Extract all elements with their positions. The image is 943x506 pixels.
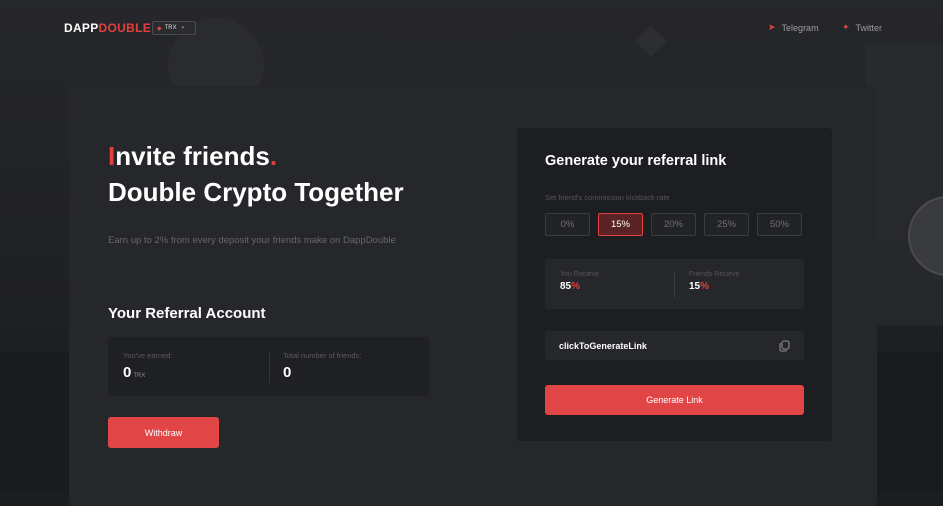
friends-receive-number: 15 xyxy=(689,281,701,292)
telegram-label: Telegram xyxy=(781,22,819,33)
referral-link-field[interactable]: clickToGenerateLink xyxy=(545,331,804,360)
friends-receive-label: Friends Recieve xyxy=(689,271,740,278)
earned-stat: You've earned: 0 TRX xyxy=(123,351,173,381)
rate-option-25[interactable]: 25% xyxy=(704,213,749,236)
generate-link-title: Generate your referral link xyxy=(545,153,727,169)
chevron-down-icon: ▾ xyxy=(181,25,185,31)
logo[interactable]: DAPPDOUBLE xyxy=(64,21,151,35)
referral-link-text: clickToGenerateLink xyxy=(559,340,647,351)
twitter-link[interactable]: ✦ Twitter xyxy=(842,22,882,33)
earned-value: 0 xyxy=(123,364,132,381)
logo-text-red: DOUBLE xyxy=(98,21,152,35)
trx-icon: ◆ xyxy=(157,25,162,32)
you-receive: You Recieve 85% xyxy=(560,271,599,292)
split-divider xyxy=(674,272,675,298)
friends-receive: Friends Recieve 15% xyxy=(689,271,740,292)
hero-title-line2: Double Crypto Together xyxy=(108,177,404,207)
logo-text-white: DAPP xyxy=(64,21,99,35)
hero-subtitle: Earn up to 2% from every deposit your fr… xyxy=(108,235,396,246)
generate-link-button[interactable]: Generate Link xyxy=(545,385,804,415)
withdraw-button[interactable]: Withdraw xyxy=(108,417,219,448)
commission-split: You Recieve 85% Friends Recieve 15% xyxy=(545,259,804,309)
rate-options: 0% 15% 20% 25% 50% xyxy=(545,213,802,236)
copy-icon[interactable] xyxy=(778,339,790,352)
rate-option-50[interactable]: 50% xyxy=(757,213,802,236)
top-bar: DAPPDOUBLE ◆ TRX ▾ ➤ Telegram ✦ Twitter xyxy=(0,0,943,56)
friends-value: 0 xyxy=(283,364,292,381)
referral-stats: You've earned: 0 TRX Total number of frie… xyxy=(108,337,429,396)
rate-label: Set friend's commission kickback rate xyxy=(545,193,670,202)
friends-stat: Total number of friends: 0 xyxy=(283,351,361,381)
stats-divider xyxy=(269,351,270,383)
rate-option-0[interactable]: 0% xyxy=(545,213,590,236)
currency-label: TRX xyxy=(164,25,177,31)
you-receive-label: You Recieve xyxy=(560,271,600,278)
twitter-icon: ✦ xyxy=(842,22,850,32)
hero-title: Invite friends. Double Crypto Together xyxy=(108,138,404,210)
telegram-icon: ➤ xyxy=(768,22,776,32)
friends-receive-value: 15% xyxy=(689,281,740,292)
earned-unit: TRX xyxy=(133,373,146,379)
you-receive-value: 85% xyxy=(560,281,599,292)
referral-account-title: Your Referral Account xyxy=(108,305,266,322)
rate-option-20[interactable]: 20% xyxy=(651,213,696,236)
you-receive-percent: % xyxy=(571,281,581,292)
friends-receive-percent: % xyxy=(700,281,710,292)
rate-option-15[interactable]: 15% xyxy=(598,213,643,236)
hero-title-dot: . xyxy=(269,141,278,171)
hero-title-rest: nvite friends xyxy=(115,141,270,171)
twitter-label: Twitter xyxy=(855,22,883,33)
earned-label: You've earned: xyxy=(123,351,173,360)
earned-value-wrap: 0 TRX xyxy=(123,364,173,381)
friends-label: Total number of friends: xyxy=(283,351,362,360)
currency-selector[interactable]: ◆ TRX ▾ xyxy=(152,21,196,35)
you-receive-number: 85 xyxy=(560,281,572,292)
telegram-link[interactable]: ➤ Telegram xyxy=(768,22,819,33)
